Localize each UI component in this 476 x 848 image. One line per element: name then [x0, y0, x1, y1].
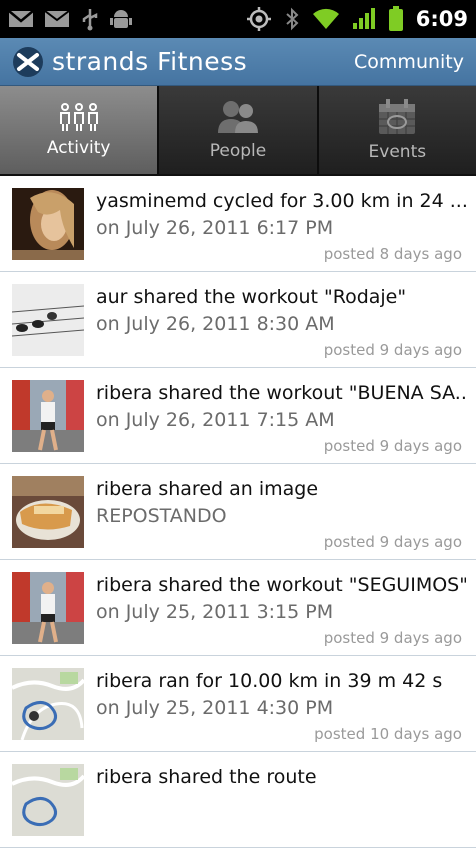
gmail-icon	[8, 9, 34, 29]
feed-item-date: on July 25, 2011 4:30 PM	[96, 697, 334, 719]
birds-thumbnail	[12, 284, 84, 356]
map-thumbnail	[12, 764, 84, 836]
feed-item[interactable]: ribera shared an image REPOSTANDO posted…	[0, 464, 476, 560]
activity-feed: yasminemd cycled for 3.00 km in 24 ... o…	[0, 176, 476, 848]
feed-item[interactable]: ribera ran for 10.00 km in 39 m 42 s on …	[0, 656, 476, 752]
feed-item[interactable]: ribera shared the route	[0, 752, 476, 848]
feed-item-title: aur shared the workout "Rodaje"	[96, 286, 407, 308]
feed-item-title: yasminemd cycled for 3.00 km in 24 ...	[96, 190, 466, 212]
feed-item-date: on July 26, 2011 6:17 PM	[96, 217, 334, 239]
tab-events-label: Events	[368, 142, 427, 162]
calendar-icon	[377, 98, 417, 136]
feed-item-date: on July 25, 2011 3:15 PM	[96, 601, 334, 623]
tab-bar: Activity People Events	[0, 86, 476, 176]
app-logo: strands Fitness	[12, 46, 247, 78]
wifi-icon	[312, 8, 340, 30]
app-header: strands Fitness Community	[0, 38, 476, 86]
feed-item-posted: posted 9 days ago	[323, 533, 462, 551]
feed-item-posted: posted 9 days ago	[323, 629, 462, 647]
feed-item-posted: posted 9 days ago	[323, 437, 462, 455]
clock: 6:09	[415, 7, 468, 31]
status-bar: 6:09	[0, 0, 476, 38]
runner-thumbnail	[12, 380, 84, 452]
tab-events[interactable]: Events	[318, 86, 476, 174]
map-thumbnail	[12, 668, 84, 740]
signal-icon	[352, 8, 376, 30]
feed-item-date: on July 26, 2011 8:30 AM	[96, 313, 335, 335]
feed-item[interactable]: ribera shared the workout "SEGUIMOS" on …	[0, 560, 476, 656]
feed-item-date: on July 26, 2011 7:15 AM	[96, 409, 335, 431]
people-icon	[216, 99, 260, 135]
feed-item-title: ribera ran for 10.00 km in 39 m 42 s	[96, 670, 443, 692]
feed-item-posted: posted 10 days ago	[314, 725, 462, 743]
tab-activity-label: Activity	[46, 138, 111, 158]
feed-item[interactable]: ribera shared the workout "BUENA SA... o…	[0, 368, 476, 464]
feed-item[interactable]: aur shared the workout "Rodaje" on July …	[0, 272, 476, 368]
feed-item-caption: REPOSTANDO	[96, 505, 227, 527]
gps-icon	[246, 6, 272, 32]
feed-item-title: ribera shared the workout "SEGUIMOS"	[96, 574, 466, 596]
people-group-icon	[56, 102, 102, 132]
strands-logo-icon	[12, 46, 44, 78]
feed-item-posted: posted 8 days ago	[323, 245, 462, 263]
tab-people[interactable]: People	[159, 86, 319, 174]
feed-item-title: ribera shared an image	[96, 478, 319, 500]
usb-icon	[80, 7, 100, 31]
feed-item-title: ribera shared the workout "BUENA SA...	[96, 382, 466, 404]
tab-activity[interactable]: Activity	[0, 86, 160, 174]
android-debug-icon	[110, 7, 132, 31]
feed-item-title: ribera shared the route	[96, 766, 317, 788]
runner-thumbnail	[12, 572, 84, 644]
app-title: strands Fitness	[52, 47, 248, 76]
feed-item[interactable]: yasminemd cycled for 3.00 km in 24 ... o…	[0, 176, 476, 272]
bluetooth-icon	[284, 7, 300, 31]
feed-item-posted: posted 9 days ago	[323, 341, 462, 359]
portrait-thumbnail	[12, 188, 84, 260]
food-thumbnail	[12, 476, 84, 548]
mail-icon	[44, 9, 70, 29]
tab-people-label: People	[209, 141, 267, 161]
battery-icon	[388, 6, 404, 32]
community-button[interactable]: Community	[354, 51, 464, 73]
